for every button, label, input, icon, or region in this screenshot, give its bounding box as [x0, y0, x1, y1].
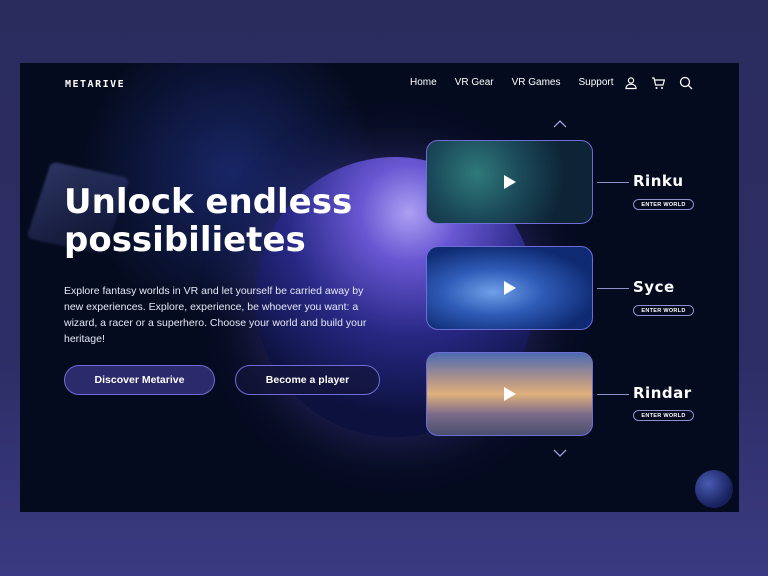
- hero-headline: Unlock endless possibilietes: [64, 183, 424, 259]
- play-icon[interactable]: [503, 281, 516, 295]
- become-player-button[interactable]: Become a player: [235, 365, 380, 395]
- search-icon[interactable]: [679, 76, 693, 90]
- enter-world-button-rinku[interactable]: ENTER WORLD: [633, 199, 694, 210]
- enter-world-button-syce[interactable]: ENTER WORLD: [633, 305, 694, 316]
- nav-item-support[interactable]: Support: [579, 77, 614, 88]
- chevron-up-icon[interactable]: [552, 119, 568, 129]
- world-card-rindar[interactable]: [426, 352, 593, 436]
- enter-world-button-rindar[interactable]: ENTER WORLD: [633, 410, 694, 421]
- discover-button[interactable]: Discover Metarive: [64, 365, 215, 395]
- world-name-syce: Syce: [633, 278, 675, 296]
- user-icon[interactable]: [624, 76, 638, 90]
- connector-line: [597, 394, 629, 395]
- nav-item-home[interactable]: Home: [410, 77, 437, 88]
- world-name-rindar: Rindar: [633, 384, 692, 402]
- brand-logo[interactable]: METARIVE: [65, 79, 125, 90]
- play-icon[interactable]: [503, 175, 516, 189]
- world-card-rinku[interactable]: [426, 140, 593, 224]
- nav-icons: [624, 76, 693, 90]
- main-nav: Home VR Gear VR Games Support: [410, 77, 614, 88]
- headline-line-1: Unlock endless: [64, 182, 353, 222]
- headline-line-2: possibilietes: [64, 220, 306, 260]
- nav-item-vr-gear[interactable]: VR Gear: [455, 77, 494, 88]
- world-name-rinku: Rinku: [633, 172, 684, 190]
- cart-icon[interactable]: [651, 76, 666, 90]
- app-frame: METARIVE Home VR Gear VR Games Support U…: [20, 63, 739, 512]
- orb-graphic: [695, 470, 733, 508]
- nav-item-vr-games[interactable]: VR Games: [512, 77, 561, 88]
- connector-line: [597, 182, 629, 183]
- hero-description: Explore fantasy worlds in VR and let you…: [64, 285, 367, 345]
- world-card-syce[interactable]: [426, 246, 593, 330]
- play-icon[interactable]: [503, 387, 516, 401]
- chevron-down-icon[interactable]: [552, 448, 568, 458]
- connector-line: [597, 288, 629, 289]
